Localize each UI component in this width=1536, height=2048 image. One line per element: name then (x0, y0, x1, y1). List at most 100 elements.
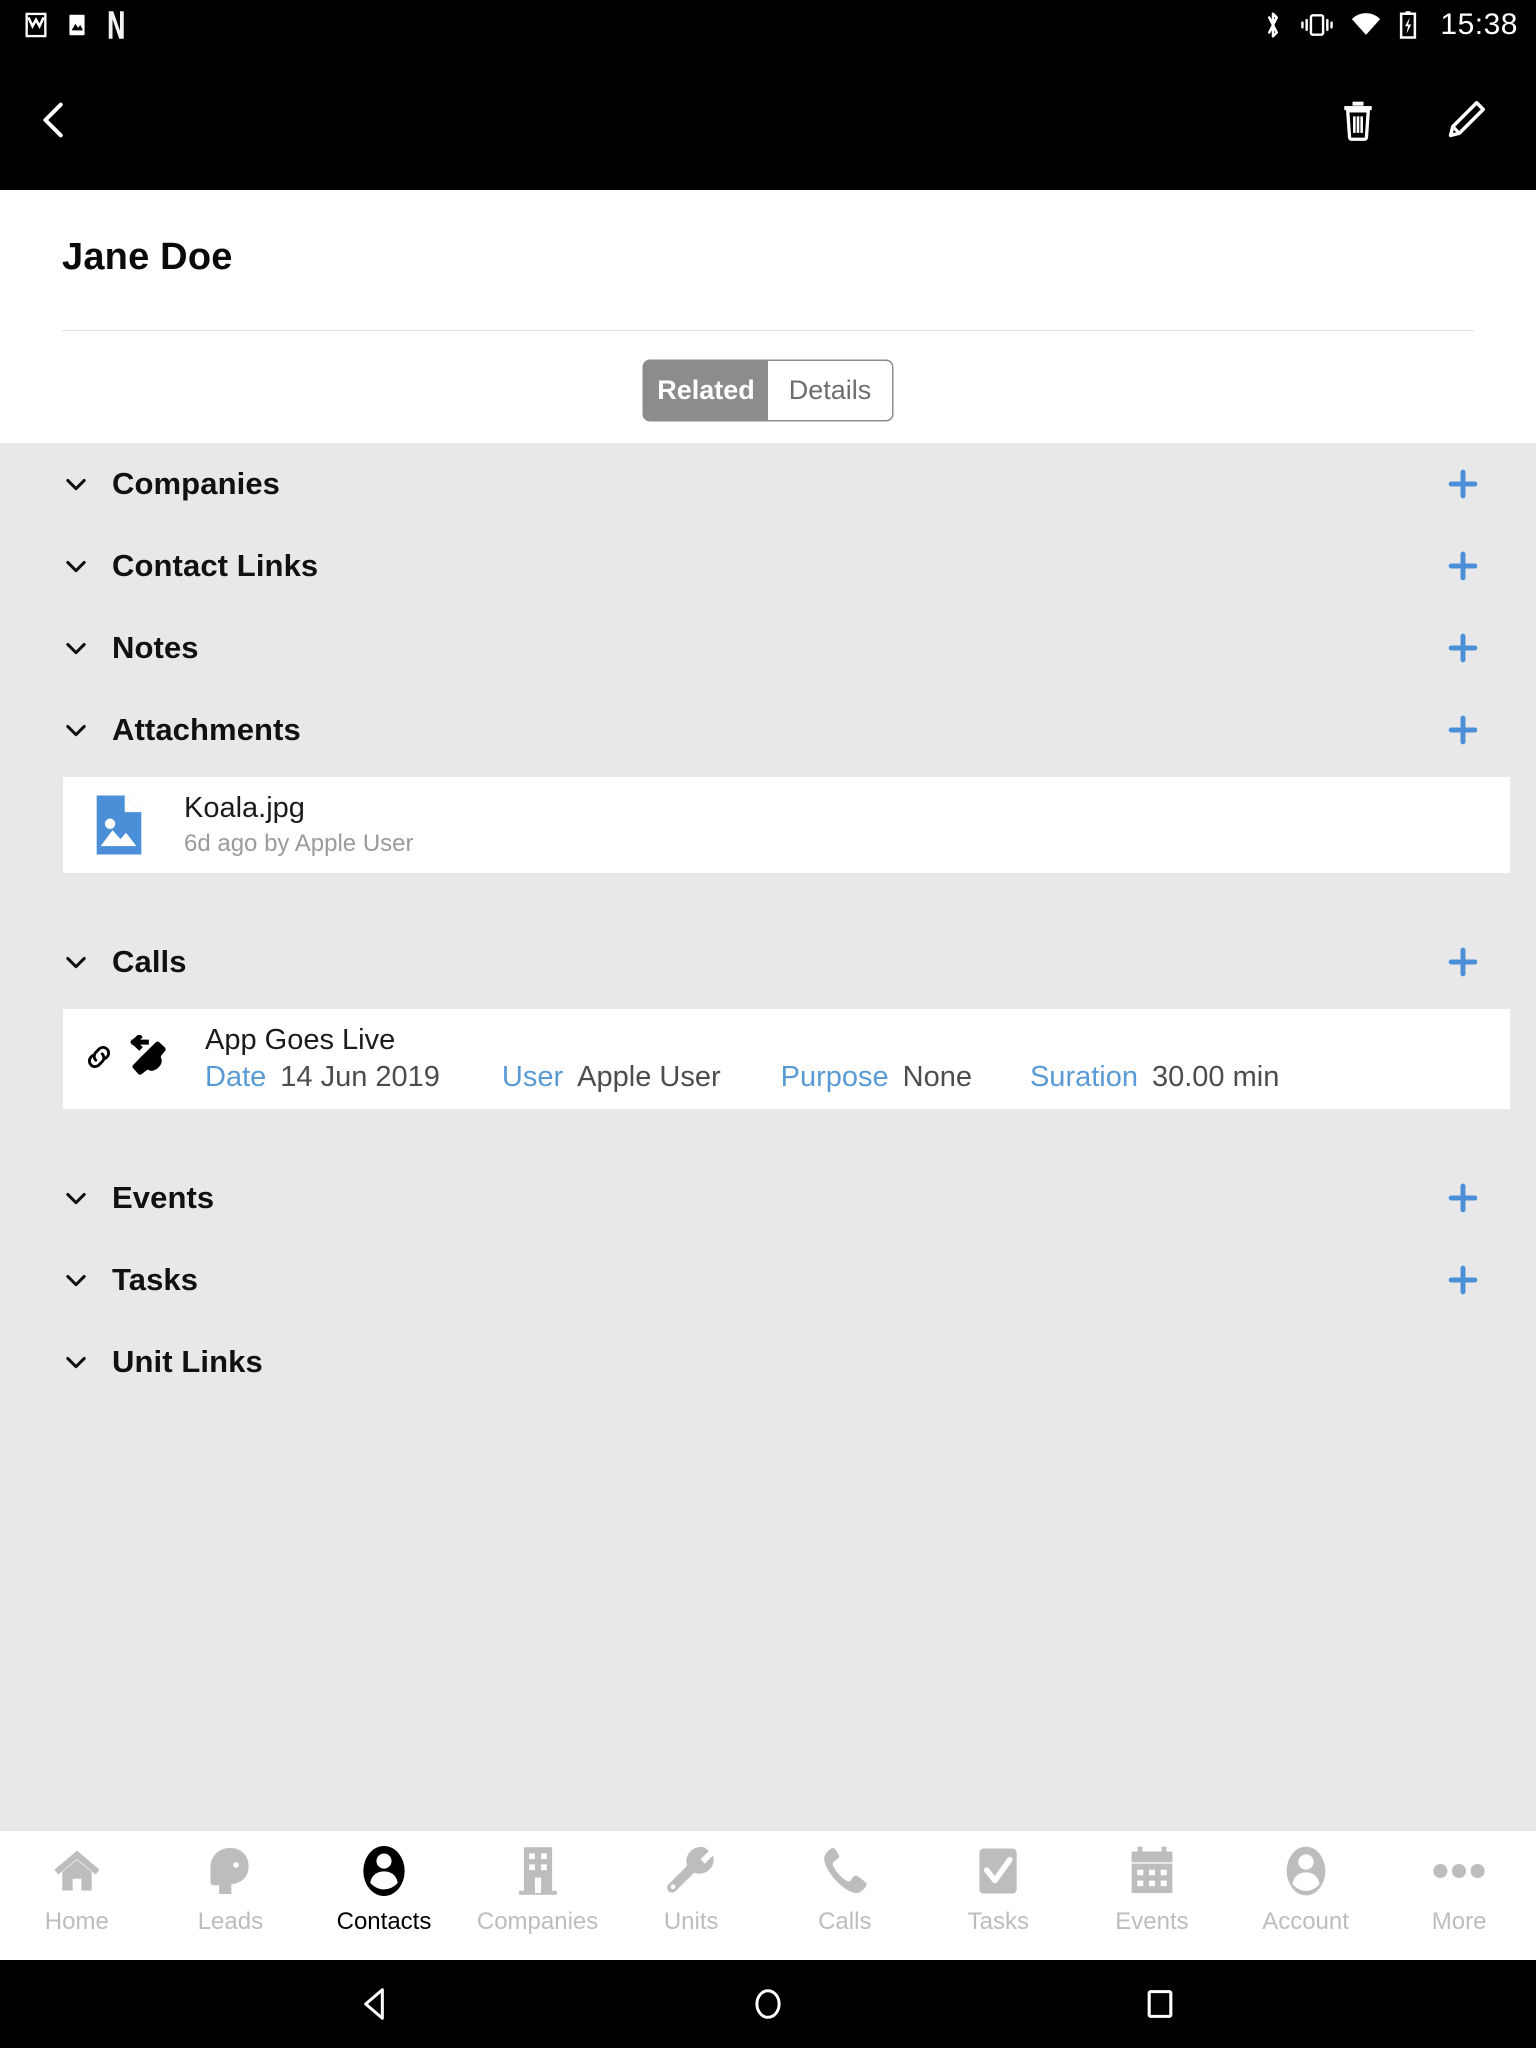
field-value: None (902, 1061, 972, 1093)
wifi-icon (1350, 12, 1382, 38)
section-contact-links-left: Contact Links (62, 548, 318, 584)
section-attachments-left: Attachments (62, 712, 301, 748)
nav-label: Tasks (967, 1908, 1030, 1935)
related-list[interactable]: Companies Contact Links Notes Attachment… (0, 443, 1536, 1830)
nav-label: Account (1262, 1908, 1349, 1935)
nav-label: Companies (476, 1908, 599, 1935)
nav-label: Units (663, 1908, 719, 1935)
chevron-down-icon (62, 634, 90, 662)
section-label: Notes (112, 630, 199, 665)
call-field-purpose: Purpose None (781, 1061, 972, 1094)
section-label: Tasks (112, 1262, 199, 1297)
call-field-date: Date 14 Jun 2019 (205, 1061, 440, 1094)
nav-label: Home (44, 1908, 109, 1935)
netflix-icon (104, 10, 126, 40)
building-icon (516, 1843, 560, 1899)
status-bar: 15:38 (0, 0, 1536, 50)
nav-item-contacts[interactable]: Contacts (307, 1843, 461, 1936)
call-list-item[interactable]: App Goes Live Date 14 Jun 2019 User Appl… (63, 1009, 1510, 1109)
add-attachment-button[interactable] (1440, 707, 1486, 753)
wrench-icon (665, 1843, 717, 1899)
nav-item-events[interactable]: Events (1075, 1843, 1229, 1936)
contact-icon (357, 1843, 411, 1899)
call-field-duration: Suration 30.00 min (1030, 1061, 1279, 1094)
section-tasks[interactable]: Tasks (0, 1239, 1536, 1321)
add-contact-link-button[interactable] (1440, 543, 1486, 589)
section-notes[interactable]: Notes (0, 607, 1536, 689)
system-back-icon[interactable] (336, 1964, 416, 2044)
back-chevron-icon[interactable] (18, 84, 90, 156)
incoming-call-icon (121, 1032, 173, 1084)
system-recents-icon[interactable] (1120, 1964, 1200, 2044)
tab-switcher: Related Details (62, 360, 1474, 421)
system-home-icon[interactable] (728, 1964, 808, 2044)
phone-icon (821, 1843, 869, 1899)
edit-icon[interactable] (1430, 84, 1502, 156)
status-bar-indicators: 15:38 (1262, 8, 1518, 42)
chevron-down-icon (62, 552, 90, 580)
chevron-down-icon (62, 1348, 90, 1376)
field-value: 14 Jun 2019 (280, 1061, 440, 1093)
field-value: 30.00 min (1151, 1061, 1280, 1093)
checkbox-icon (974, 1843, 1022, 1899)
nav-item-calls[interactable]: Calls (768, 1843, 922, 1936)
lead-head-icon (205, 1843, 255, 1899)
field-value: Apple User (577, 1061, 721, 1093)
section-calls[interactable]: Calls (0, 921, 1536, 1003)
segmented-control: Related Details (643, 360, 893, 421)
section-companies-left: Companies (62, 466, 280, 502)
chevron-down-icon (62, 1266, 90, 1294)
add-task-button[interactable] (1440, 1257, 1486, 1303)
bluetooth-icon (1262, 10, 1284, 40)
section-events[interactable]: Events (0, 1157, 1536, 1239)
nav-item-home[interactable]: Home (0, 1843, 154, 1936)
link-icon (83, 1041, 115, 1078)
call-title: App Goes Live (205, 1024, 396, 1056)
field-label: User (501, 1061, 564, 1093)
add-call-button[interactable] (1440, 939, 1486, 985)
nav-item-units[interactable]: Units (614, 1843, 768, 1936)
tab-related[interactable]: Related (644, 361, 768, 420)
status-bar-notifications (22, 10, 126, 40)
battery-charging-icon (1398, 10, 1418, 40)
home-icon (51, 1843, 103, 1899)
attachment-list-item[interactable]: Koala.jpg 6d ago by Apple User (63, 777, 1510, 873)
call-field-user: User Apple User (502, 1061, 721, 1094)
nav-item-account[interactable]: Account (1229, 1843, 1383, 1936)
section-attachments[interactable]: Attachments (0, 689, 1536, 771)
section-label: Attachments (112, 712, 301, 747)
page-title: Jane Doe (62, 236, 233, 278)
section-companies[interactable]: Companies (0, 443, 1536, 525)
section-unit-links[interactable]: Unit Links (0, 1321, 1536, 1403)
section-contact-links[interactable]: Contact Links (0, 525, 1536, 607)
nav-label: Events (1115, 1908, 1189, 1935)
vibrate-icon (1300, 11, 1334, 39)
nav-item-leads[interactable]: Leads (154, 1843, 308, 1936)
ellipsis-icon (1430, 1843, 1488, 1899)
phone-screen: 15:38 Jane Doe Related Details Companies… (0, 0, 1536, 2048)
app-bar (0, 50, 1536, 190)
add-event-button[interactable] (1440, 1175, 1486, 1221)
field-label: Date (205, 1061, 267, 1093)
add-note-button[interactable] (1440, 625, 1486, 671)
attachment-name: Koala.jpg (184, 792, 305, 824)
nav-item-tasks[interactable]: Tasks (922, 1843, 1076, 1936)
section-tasks-left: Tasks (62, 1262, 198, 1298)
nav-label: More (1431, 1908, 1487, 1935)
gmail-icon (22, 11, 50, 39)
section-label: Calls (112, 944, 187, 979)
chevron-down-icon (62, 1184, 90, 1212)
delete-icon[interactable] (1322, 84, 1394, 156)
nav-label: Leads (197, 1908, 264, 1935)
nav-label: Contacts (336, 1908, 432, 1935)
section-events-left: Events (62, 1180, 214, 1216)
add-company-button[interactable] (1440, 461, 1486, 507)
account-icon (1281, 1843, 1331, 1899)
nav-item-more[interactable]: More (1382, 1843, 1536, 1936)
nav-item-companies[interactable]: Companies (461, 1843, 615, 1936)
tab-details[interactable]: Details (768, 361, 892, 420)
chevron-down-icon (62, 716, 90, 744)
section-label: Events (112, 1180, 215, 1215)
photos-icon (64, 11, 90, 39)
bottom-navigation: Home Leads Contacts Companies Units Call… (0, 1830, 1536, 1960)
